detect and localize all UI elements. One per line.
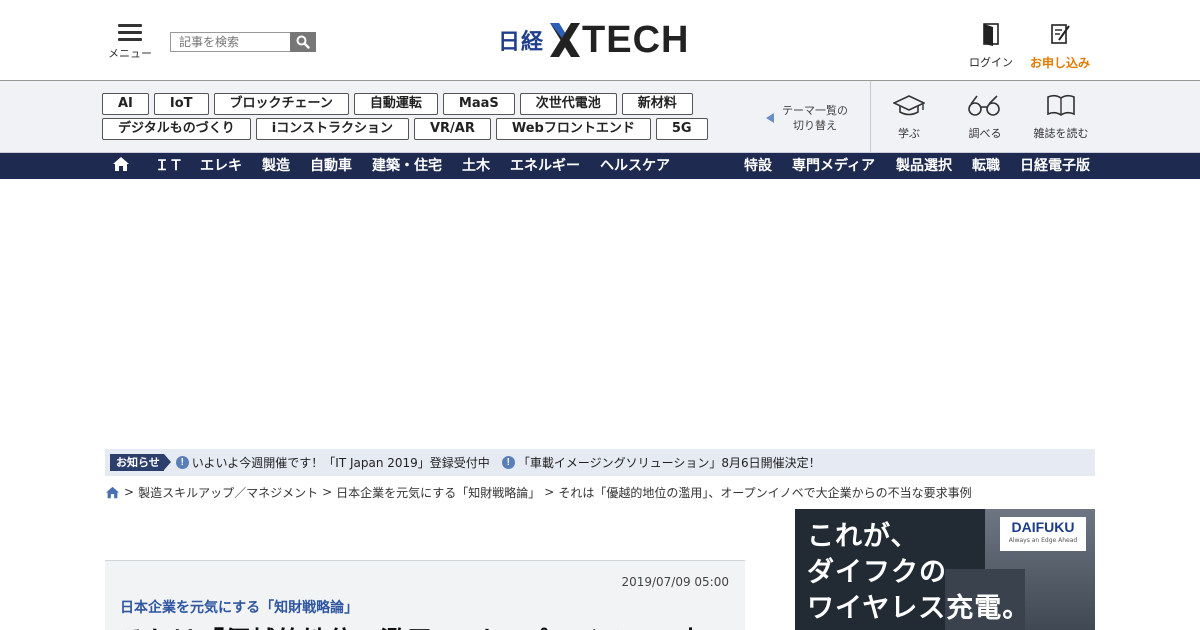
theme-bar: AI IoT ブロックチェーン 自動運転 MaaS 次世代電池 新材料 デジタル… xyxy=(0,81,1200,153)
breadcrumb-separator: > xyxy=(124,485,135,499)
breadcrumb-item[interactable]: 日本企業を元気にする「知財戦略論」 xyxy=(336,484,540,501)
nav-nikkei-digital[interactable]: 日経電子版 xyxy=(1020,153,1090,179)
advertisement-banner[interactable]: DAIFUKU Always an Edge Ahead これが、 ダイフクの … xyxy=(795,509,1095,630)
ad-copy-line: ワイヤレス充電。 xyxy=(807,593,1031,624)
apply-form-icon xyxy=(1051,24,1070,44)
nav-healthcare[interactable]: ヘルスケア xyxy=(600,153,670,179)
nav-special[interactable]: 特設 xyxy=(744,153,772,179)
home-icon[interactable] xyxy=(105,486,120,499)
theme-chip[interactable]: iコンストラクション xyxy=(255,118,409,140)
learn-label: 学ぶ xyxy=(898,127,920,140)
logo-x-mark xyxy=(550,23,581,57)
menu-button[interactable]: メニュー xyxy=(108,24,152,64)
theme-chip[interactable]: ブロックチェーン xyxy=(213,93,349,115)
ad-copy-line: これが、 xyxy=(807,521,919,552)
binoculars-icon xyxy=(968,95,1000,116)
search-button[interactable] xyxy=(290,32,316,52)
theme-switch-line-2: 切り替え xyxy=(793,119,837,132)
theme-switch-button[interactable]: テーマ一覧の 切り替え xyxy=(766,103,858,133)
learn-button[interactable]: 学ぶ xyxy=(876,93,942,141)
theme-chip[interactable]: 5G xyxy=(655,118,708,140)
logo-xtech: TECH xyxy=(550,19,690,61)
theme-chip[interactable]: AI xyxy=(102,93,149,115)
menu-icon xyxy=(118,24,142,41)
nav-products[interactable]: 製品選択 xyxy=(896,153,952,179)
research-button[interactable]: 調べる xyxy=(952,93,1018,141)
research-label: 調べる xyxy=(968,127,1002,140)
article-headline: それは「優越的地位の濫用」、オープンイノベで大 xyxy=(120,621,703,630)
article-header: 2019/07/09 05:00 日本企業を元気にする「知財戦略論」 それは「優… xyxy=(105,560,745,630)
nav-it[interactable]: ＩＴ xyxy=(155,153,183,179)
theme-chip[interactable]: MaaS xyxy=(442,93,515,115)
article-date: 2019/07/09 05:00 xyxy=(621,575,729,589)
theme-chip[interactable]: 自動運転 xyxy=(353,93,438,115)
notice-badge: お知らせ xyxy=(110,454,171,471)
theme-chip[interactable]: 新材料 xyxy=(621,93,693,115)
open-book-icon xyxy=(1047,94,1075,116)
notice-bar: お知らせ ! いよいよ今週開催です！「IT Japan 2019」登録受付中 !… xyxy=(105,449,1095,476)
magazine-label: 雑誌を読む xyxy=(1033,127,1089,140)
theme-chip[interactable]: デジタルものづくり xyxy=(102,118,251,140)
info-icon: ! xyxy=(175,456,189,469)
ad-copy-line: ダイフクの xyxy=(807,557,947,588)
breadcrumb-current: それは「優越的地位の濫用」、オープンイノベで大企業からの不当な要求事例 xyxy=(558,485,972,500)
theme-switch-label: テーマ一覧の 切り替え xyxy=(782,103,848,133)
magazine-button[interactable]: 雑誌を読む xyxy=(1028,93,1094,141)
theme-chip[interactable]: Webフロントエンド xyxy=(495,118,651,140)
login-label: ログイン xyxy=(969,56,1013,69)
theme-row-1: AI IoT ブロックチェーン 自動運転 MaaS 次世代電池 新材料 xyxy=(102,93,742,115)
nav-architecture[interactable]: 建築・住宅 xyxy=(372,153,442,179)
apply-label: お申し込み xyxy=(1029,56,1090,70)
nav-home[interactable] xyxy=(112,153,130,179)
nav-automotive[interactable]: 自動車 xyxy=(310,153,352,179)
login-button[interactable]: ログイン xyxy=(966,22,1016,70)
notice-text: 「車載イメージングソリューション」8月6日開催決定！ xyxy=(517,456,821,470)
breadcrumb: > 製造スキルアップ／マネジメント > 日本企業を元気にする「知財戦略論」 > … xyxy=(105,484,972,500)
nav-electronics[interactable]: エレキ xyxy=(200,153,242,179)
notice-text: いよいよ今週開催です！「IT Japan 2019」登録受付中 xyxy=(191,456,490,470)
logo-tech-text: TECH xyxy=(582,19,690,61)
notice-link[interactable]: ! 「車載イメージングソリューション」8月6日開催決定！ xyxy=(501,454,821,471)
theme-switch-line-1: テーマ一覧の xyxy=(782,104,848,117)
nav-manufacturing[interactable]: 製造 xyxy=(262,153,290,179)
search-input[interactable] xyxy=(170,32,290,52)
logo-nikkei: 日経 xyxy=(498,30,545,55)
apply-button[interactable]: お申し込み xyxy=(1028,22,1092,71)
theme-chip[interactable]: IoT xyxy=(153,93,209,115)
ad-copy: これが、 ダイフクの ワイヤレス充電。 xyxy=(807,519,1030,627)
theme-chips: AI IoT ブロックチェーン 自動運転 MaaS 次世代電池 新材料 デジタル… xyxy=(102,93,742,143)
nav-civil[interactable]: 土木 xyxy=(462,153,490,179)
site-header: メニュー 日経 TECH ログイン xyxy=(0,0,1200,81)
theme-chip[interactable]: VR/AR xyxy=(413,118,491,140)
theme-row-2: デジタルものづくり iコンストラクション VR/AR Webフロントエンド 5G xyxy=(102,118,742,140)
breadcrumb-separator: > xyxy=(544,485,555,499)
breadcrumb-item[interactable]: 製造スキルアップ／マネジメント xyxy=(138,484,318,501)
theme-chip[interactable]: 次世代電池 xyxy=(519,93,617,115)
triangle-left-icon xyxy=(766,113,774,123)
login-door-icon xyxy=(983,23,999,46)
graduation-cap-icon xyxy=(892,95,926,116)
breadcrumb-separator: > xyxy=(322,485,333,499)
nav-media[interactable]: 専門メディア xyxy=(792,153,875,179)
home-icon xyxy=(113,157,129,171)
theme-divider xyxy=(870,81,871,153)
nav-jobs[interactable]: 転職 xyxy=(972,153,1000,179)
notice-link[interactable]: ! いよいよ今週開催です！「IT Japan 2019」登録受付中 xyxy=(175,454,490,471)
search-icon xyxy=(296,35,310,49)
menu-label: メニュー xyxy=(108,47,152,60)
category-nav: ＩＴ エレキ 製造 自動車 建築・住宅 土木 エネルギー ヘルスケア 特設 専門… xyxy=(0,153,1200,179)
nav-energy[interactable]: エネルギー xyxy=(510,153,580,179)
site-logo[interactable]: 日経 TECH xyxy=(498,20,689,60)
info-icon: ! xyxy=(501,456,515,469)
article-series-link[interactable]: 日本企業を元気にする「知財戦略論」 xyxy=(120,597,358,617)
search-form xyxy=(170,32,316,52)
